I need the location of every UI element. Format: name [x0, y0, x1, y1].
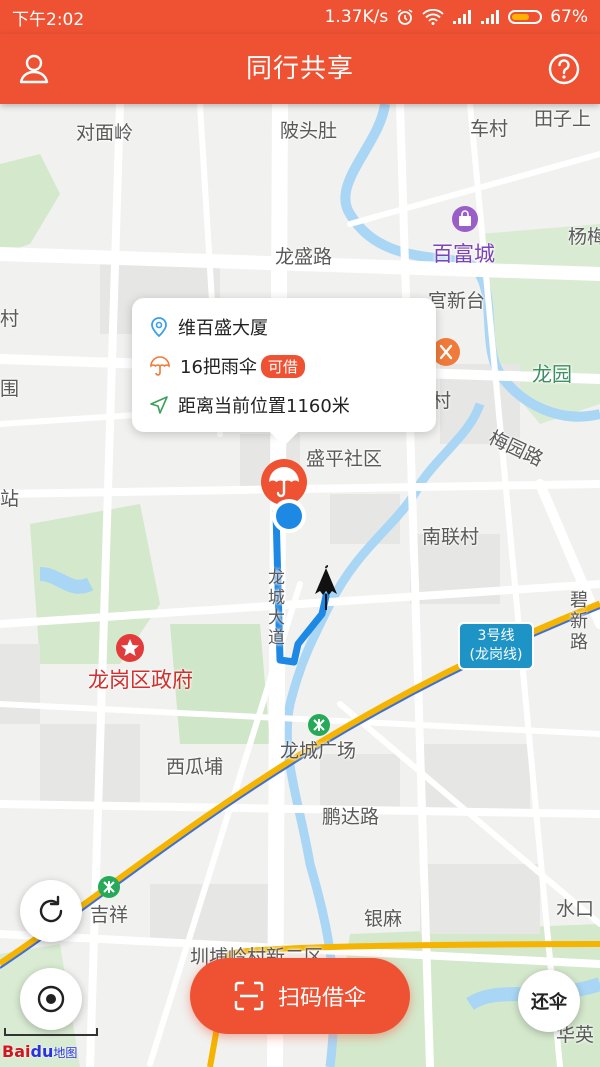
- map-label: 杨梅: [568, 226, 600, 248]
- umbrella-destination-icon: [315, 565, 337, 610]
- map-label: 百富城: [432, 242, 495, 266]
- current-location-dot: [272, 499, 306, 533]
- status-icons: 1.37K/s 67%: [325, 7, 588, 27]
- metro-line-badge: 3号线 (龙岗线): [458, 622, 534, 670]
- map-label: 龙城广场: [280, 740, 357, 762]
- metro-station-icon[interactable]: [98, 876, 120, 898]
- map-label: 西瓜埔: [166, 756, 224, 778]
- map-scale-bar: [4, 1028, 98, 1036]
- page-title: 同行共享: [245, 54, 354, 84]
- map-label: 鹏达路: [322, 806, 380, 828]
- signal-icon: [453, 10, 472, 24]
- shopping-bag-icon[interactable]: [452, 206, 478, 232]
- map-label: 银麻: [364, 908, 403, 930]
- map-label: 龙岗区政府: [88, 668, 193, 692]
- map-view[interactable]: 对面岭 陂头肚 车村 田子上 杨梅 百富城 龙盛路 官新台 村 龙园 围 村 梅…: [0, 104, 600, 1067]
- status-time: 下午2:02: [12, 9, 85, 30]
- availability-badge: 可借: [260, 354, 305, 378]
- help-icon[interactable]: [546, 51, 582, 87]
- umbrella-icon: [150, 356, 170, 376]
- navigation-arrow-icon: [150, 396, 168, 414]
- map-label: 碧新路: [570, 590, 588, 653]
- network-speed: 1.37K/s: [324, 7, 389, 27]
- map-label: 围: [0, 378, 20, 400]
- restaurant-icon[interactable]: [432, 338, 460, 366]
- map-label: 龙园: [532, 362, 572, 386]
- app-header: 同行共享: [0, 34, 600, 104]
- map-label: 官新台: [428, 290, 486, 312]
- metro-station-icon[interactable]: [308, 714, 330, 736]
- map-label: 车村: [470, 118, 509, 140]
- scan-icon: [234, 981, 264, 1011]
- locate-button[interactable]: [20, 968, 82, 1030]
- distance-text: 距离当前位置1160米: [178, 396, 350, 417]
- map-label: 站: [0, 488, 20, 510]
- umbrella-count-row: 16把雨伞 可借: [150, 349, 305, 383]
- battery-icon: [508, 10, 543, 24]
- station-name-row: 维百盛大厦: [150, 310, 268, 344]
- government-star-icon[interactable]: [116, 634, 144, 662]
- umbrella-count: 16把雨伞: [180, 357, 257, 378]
- location-pin-icon: [151, 317, 167, 337]
- map-label: 陂头肚: [280, 120, 338, 142]
- map-label: 田子上: [534, 108, 592, 130]
- map-label: 对面岭: [76, 122, 134, 144]
- map-label: 吉祥: [90, 904, 129, 926]
- map-label: 龙盛路: [275, 246, 333, 268]
- station-info-popup[interactable]: 维百盛大厦 16把雨伞 可借 距离当前位置1160米: [132, 298, 436, 446]
- station-name: 维百盛大厦: [178, 318, 268, 339]
- map-label: 村: [0, 308, 20, 330]
- refresh-icon: [39, 895, 63, 923]
- map-label: 盛平社区: [306, 448, 383, 470]
- map-label: 龙城大道: [268, 568, 285, 648]
- wifi-icon: [422, 9, 444, 25]
- status-bar: 下午2:02 1.37K/s 67%: [0, 0, 600, 34]
- signal-icon: [481, 10, 500, 24]
- battery-percent: 67%: [550, 7, 588, 27]
- refresh-button[interactable]: [20, 880, 82, 942]
- map-label: 南联村: [422, 526, 480, 548]
- locate-icon: [37, 985, 65, 1013]
- distance-row: 距离当前位置1160米: [150, 388, 350, 422]
- return-umbrella-button[interactable]: 还伞: [518, 970, 580, 1032]
- map-label: 水口: [556, 898, 595, 920]
- alarm-icon: [397, 9, 413, 25]
- baidu-map-logo: Baidu地图: [2, 1042, 78, 1061]
- scan-borrow-button[interactable]: 扫码借伞: [190, 958, 410, 1034]
